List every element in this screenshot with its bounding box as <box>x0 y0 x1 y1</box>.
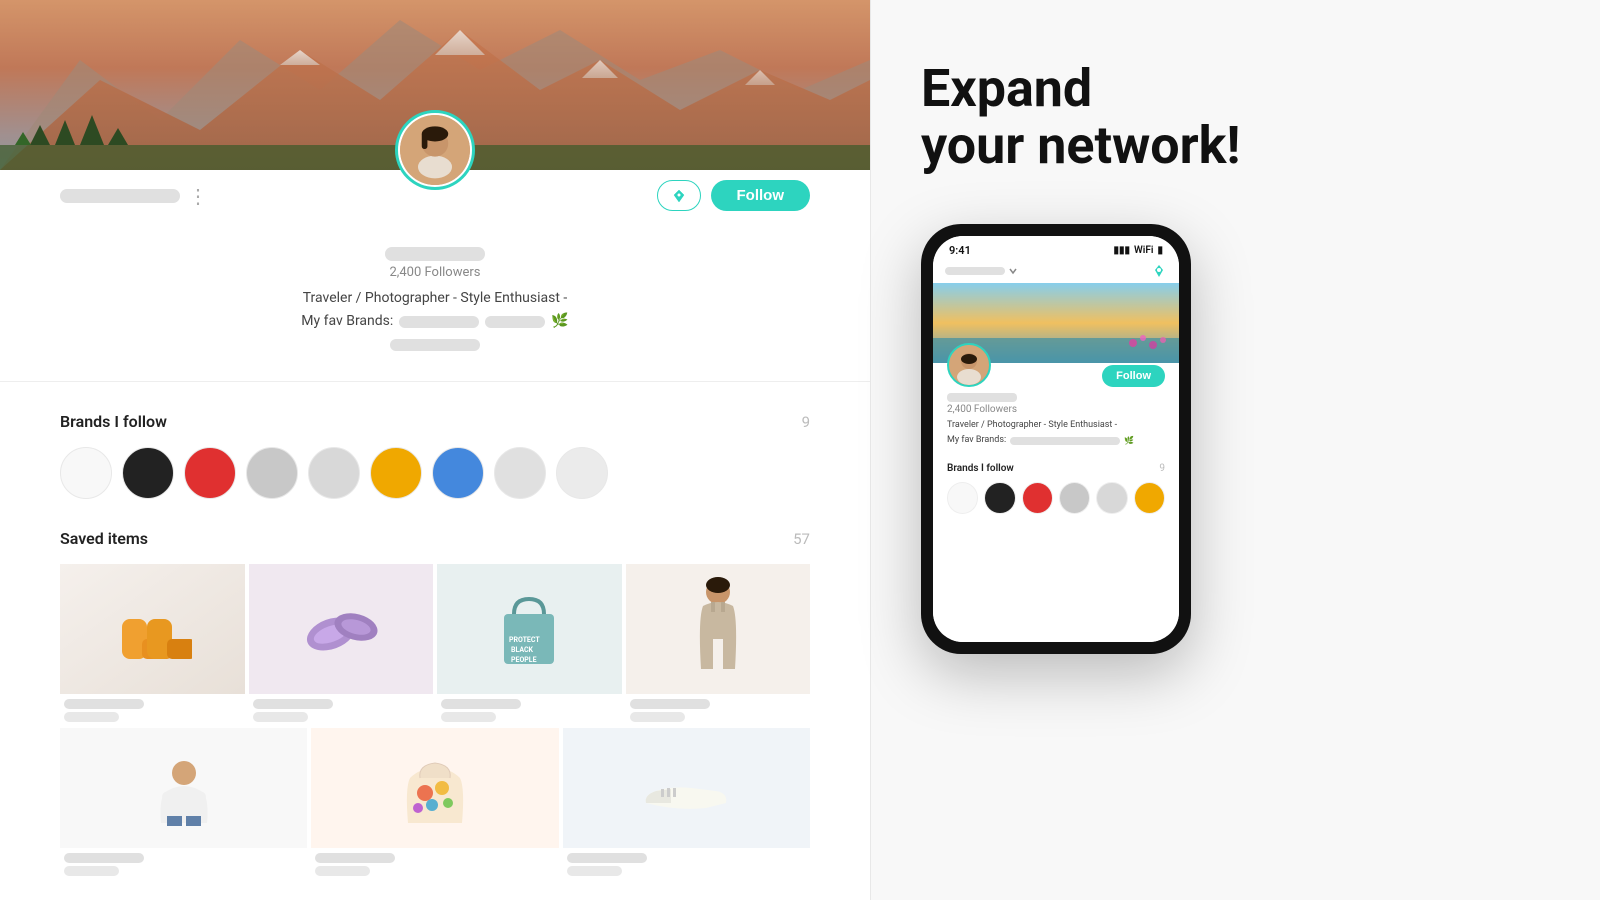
item-label-blur <box>567 853 647 863</box>
item-label-blur <box>253 699 333 709</box>
profile-section: ⋮ Follow 2,400 Followers Traveler / Phot… <box>0 170 870 382</box>
saved-item-clips[interactable] <box>249 564 434 724</box>
brand-circle-9[interactable] <box>556 447 608 499</box>
brand-circle-3[interactable] <box>184 447 236 499</box>
saved-item-bag[interactable]: PROTECT BLACK PEOPLE <box>437 564 622 724</box>
avatar-wrapper <box>395 110 475 190</box>
brand-circle-5[interactable] <box>308 447 360 499</box>
signal-icon: ▮▮▮ <box>1113 245 1130 256</box>
location-button[interactable] <box>657 180 701 211</box>
phone-brand-5[interactable] <box>1096 482 1127 514</box>
saved-item-shoes[interactable] <box>563 728 810 878</box>
phone-follow-button[interactable]: Follow <box>1102 365 1165 387</box>
right-panel: Expand your network! 9:41 ▮▮▮ WiFi ▮ <box>871 0 1600 900</box>
item-label-blur <box>64 699 144 709</box>
username-blurred <box>385 247 485 261</box>
profile-panel: ⋮ Follow 2,400 Followers Traveler / Phot… <box>0 0 870 900</box>
brands-section: Brands I follow 9 <box>0 392 870 519</box>
brand-circle-1[interactable] <box>60 447 112 499</box>
item-label-blur2 <box>567 866 622 876</box>
phone-screen: 9:41 ▮▮▮ WiFi ▮ <box>933 236 1179 642</box>
svg-text:PEOPLE: PEOPLE <box>511 656 537 664</box>
saved-items-header: Saved items 57 <box>60 529 810 548</box>
battery-icon: ▮ <box>1157 245 1163 256</box>
phone-brand-2[interactable] <box>984 482 1015 514</box>
item-label-blur2 <box>315 866 370 876</box>
svg-text:BLACK: BLACK <box>511 646 534 654</box>
phone-profile-area: Follow 2,400 Followers Traveler / Photog… <box>933 363 1179 454</box>
item-label-blur <box>441 699 521 709</box>
brand-circle-8[interactable] <box>494 447 546 499</box>
brands-header: Brands I follow 9 <box>60 412 810 431</box>
phone-bio-brands-blur <box>1010 437 1120 445</box>
bio-link-blur <box>390 339 480 351</box>
saved-item-model[interactable] <box>626 564 811 724</box>
phone-status-bar: 9:41 ▮▮▮ WiFi ▮ <box>933 236 1179 261</box>
avatar <box>395 110 475 190</box>
saved-items-count: 57 <box>793 530 810 548</box>
phone-bio-brands-label: My fav Brands: <box>947 434 1006 447</box>
phone-avatar <box>947 343 991 387</box>
brand-circle-2[interactable] <box>122 447 174 499</box>
followers-count: 2,400 Followers <box>390 265 481 280</box>
saved-item-socks[interactable] <box>60 564 245 724</box>
saved-items-title: Saved items <box>60 529 148 548</box>
phone-brand-1[interactable] <box>947 482 978 514</box>
profile-name-blurred <box>60 189 180 203</box>
profile-actions: Follow <box>657 180 811 211</box>
item-label-blur2 <box>64 866 119 876</box>
item-label-blur <box>315 853 395 863</box>
follow-button[interactable]: Follow <box>711 180 811 211</box>
saved-item-hoodie[interactable] <box>311 728 558 878</box>
saved-item-top[interactable] <box>60 728 307 878</box>
phone-brands-title: Brands I follow <box>947 463 1014 474</box>
item-label-blur <box>64 853 144 863</box>
brands-title: Brands I follow <box>60 412 167 431</box>
brand-blur-1 <box>399 316 479 328</box>
item-label-blur2 <box>630 712 685 722</box>
phone-frame: 9:41 ▮▮▮ WiFi ▮ <box>921 224 1191 654</box>
saved-items-grid-row1: PROTECT BLACK PEOPLE <box>60 564 810 724</box>
brands-row <box>60 447 810 499</box>
saved-items-grid-row2 <box>60 728 810 878</box>
phone-brands-header: Brands I follow 9 <box>947 463 1165 474</box>
saved-items-section: Saved items 57 <box>0 519 870 898</box>
location-icon <box>672 189 686 203</box>
phone-time: 9:41 <box>949 244 971 257</box>
item-label-blur2 <box>64 712 119 722</box>
phone-status-icons: ▮▮▮ WiFi ▮ <box>1113 245 1163 256</box>
expand-heading: Expand your network! <box>921 60 1241 174</box>
phone-location-icon <box>1151 263 1167 279</box>
phone-brands-count: 9 <box>1159 463 1165 474</box>
phone-brands-row <box>947 482 1165 514</box>
svg-text:PROTECT: PROTECT <box>509 636 540 644</box>
brand-circle-7[interactable] <box>432 447 484 499</box>
brands-count: 9 <box>802 413 810 431</box>
phone-mockup: 9:41 ▮▮▮ WiFi ▮ <box>921 224 1191 654</box>
phone-brand-4[interactable] <box>1059 482 1090 514</box>
wifi-icon: WiFi <box>1134 245 1153 256</box>
phone-followers: 2,400 Followers <box>947 404 1165 415</box>
item-label-blur2 <box>441 712 496 722</box>
brand-blur-2 <box>485 316 545 328</box>
brand-circle-4[interactable] <box>246 447 298 499</box>
phone-brand-3[interactable] <box>1022 482 1053 514</box>
brand-circle-6[interactable] <box>370 447 422 499</box>
item-label-blur <box>630 699 710 709</box>
phone-bio: Traveler / Photographer - Style Enthusia… <box>947 419 1165 432</box>
phone-brands-section: Brands I follow 9 <box>933 455 1179 643</box>
chevron-down-icon <box>1009 267 1017 275</box>
bio-text: Traveler / Photographer - Style Enthusia… <box>301 288 568 351</box>
more-options-button[interactable]: ⋮ <box>188 184 210 208</box>
phone-avatar-row: Follow <box>947 343 1165 387</box>
phone-brand-6[interactable] <box>1134 482 1165 514</box>
profile-center: 2,400 Followers Traveler / Photographer … <box>60 247 810 361</box>
phone-username-blur <box>947 393 1017 402</box>
item-label-blur2 <box>253 712 308 722</box>
